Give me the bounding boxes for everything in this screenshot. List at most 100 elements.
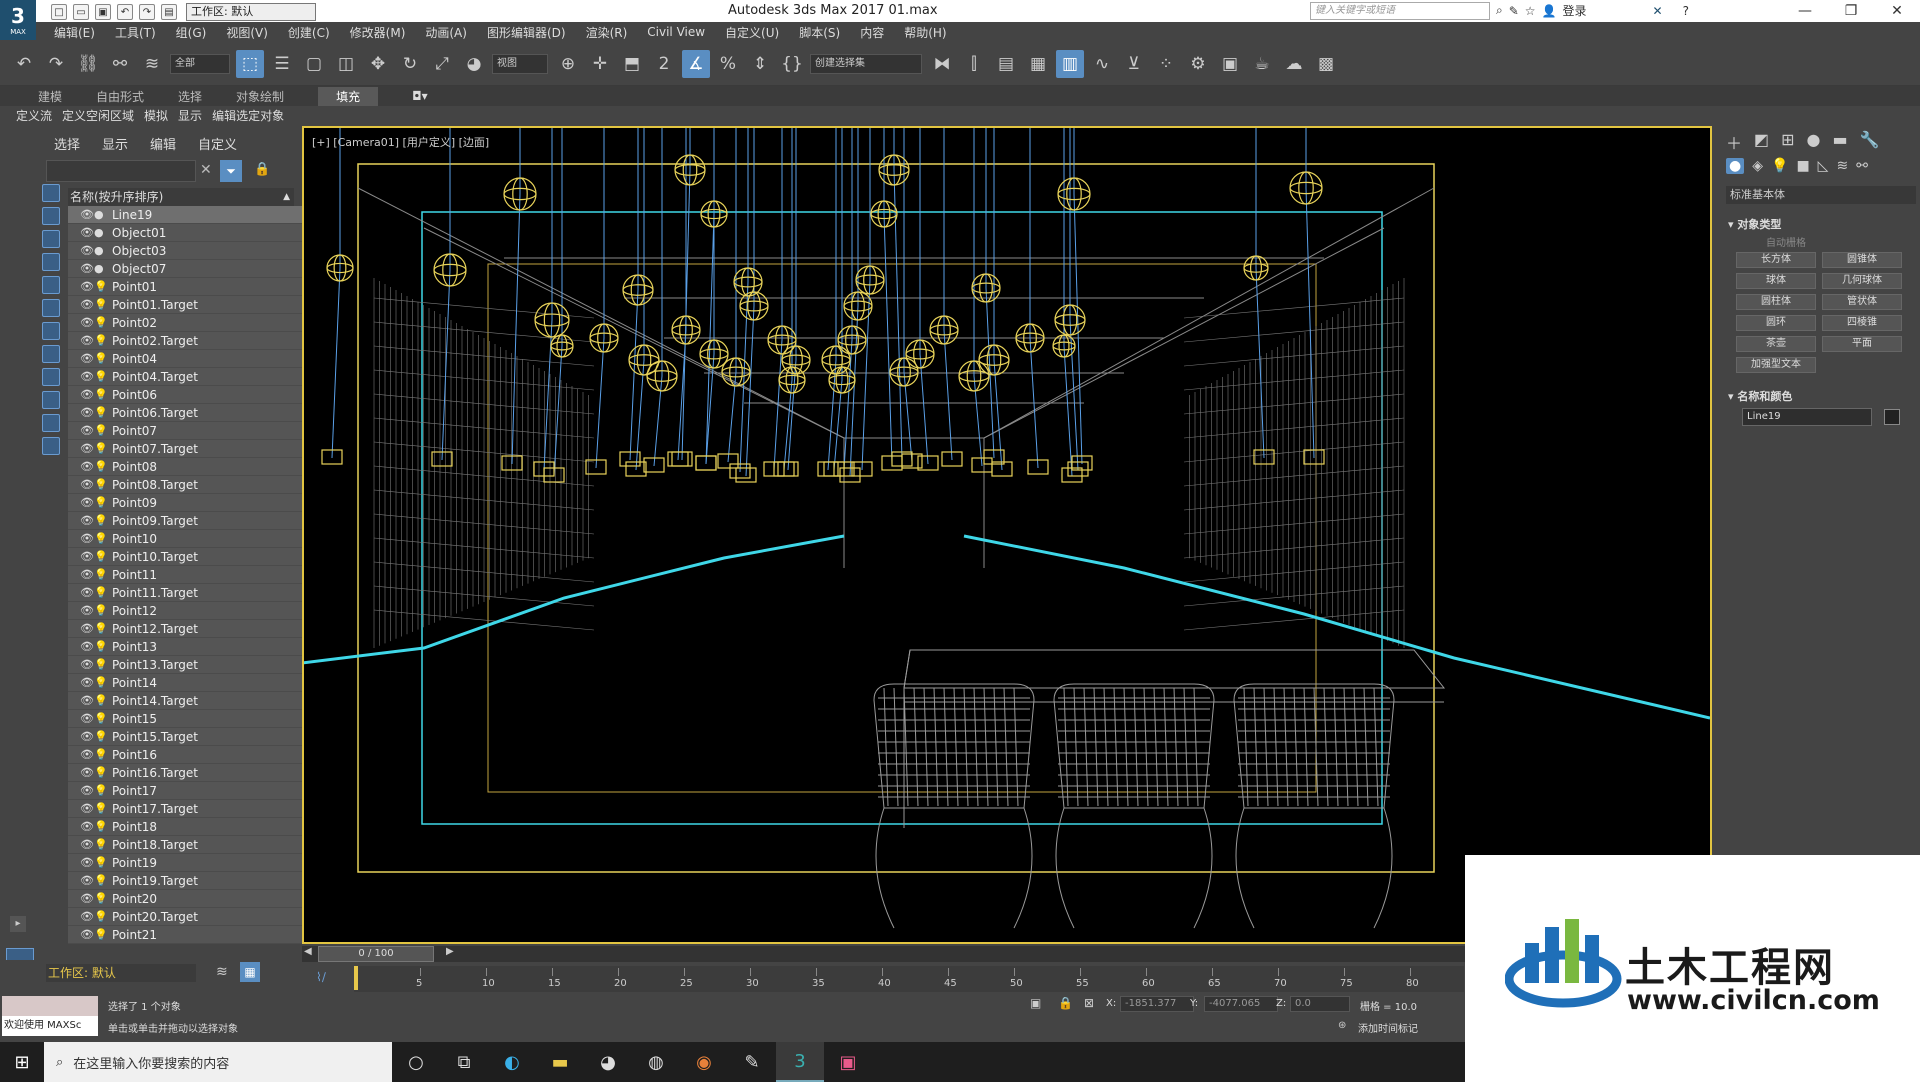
explorer-tab-display[interactable]: 显示 xyxy=(102,134,128,153)
visibility-eye-icon[interactable]: 👁 xyxy=(80,244,94,257)
display-helpers-icon[interactable] xyxy=(42,276,60,294)
tab-modeling[interactable]: 建模 xyxy=(38,88,62,105)
ribbon-define-idle-areas[interactable]: 定义空闲区域 xyxy=(62,107,134,124)
list-item[interactable]: 👁 💡 Point19 xyxy=(68,854,320,872)
angle-snap-icon[interactable]: ∡ xyxy=(682,49,710,78)
list-item[interactable]: 👁 💡 Point10.Target xyxy=(68,548,320,566)
maxscript-mini-listener[interactable]: 欢迎使用 MAXSc xyxy=(2,1016,98,1036)
list-item[interactable]: 👁 💡 Point11.Target xyxy=(68,584,320,602)
visibility-eye-icon[interactable]: 👁 xyxy=(80,316,94,329)
list-item[interactable]: 👁 💡 Point13 xyxy=(68,638,320,656)
time-slider-thumb[interactable]: 0 / 100 xyxy=(318,946,434,962)
list-item[interactable]: 👁 💡 Point08 xyxy=(68,458,320,476)
list-item[interactable]: 👁 💡 Point01 xyxy=(68,278,320,296)
sketch-app-icon[interactable]: ✎ xyxy=(728,1042,776,1082)
align-icon[interactable]: ⫿ xyxy=(960,50,988,78)
systems-icon[interactable]: ⚯ xyxy=(1856,158,1868,174)
next-frame-icon[interactable]: ▶ xyxy=(446,946,454,957)
help-icon[interactable]: ? xyxy=(1683,4,1689,18)
visibility-eye-icon[interactable]: 👁 xyxy=(80,820,94,833)
list-item[interactable]: 👁 💡 Point15.Target xyxy=(68,728,320,746)
list-item[interactable]: 👁 💡 Point01.Target xyxy=(68,296,320,314)
placement-icon[interactable]: ◕ xyxy=(460,50,488,78)
list-item[interactable]: 👁 💡 Point15 xyxy=(68,710,320,728)
list-item[interactable]: 👁 ● Line19 xyxy=(68,206,320,224)
menu-tools[interactable]: 工具(T) xyxy=(115,24,156,41)
visibility-eye-icon[interactable]: 👁 xyxy=(80,226,94,239)
firefox-icon[interactable]: ◉ xyxy=(680,1042,728,1082)
sphere-button[interactable]: 球体 xyxy=(1736,273,1816,289)
display-cameras-icon[interactable] xyxy=(42,253,60,271)
undo-icon[interactable]: ↶ xyxy=(117,4,133,20)
display-geometry-icon[interactable] xyxy=(42,184,60,202)
list-item[interactable]: 👁 💡 Point17 xyxy=(68,782,320,800)
list-item[interactable]: 👁 💡 Point12 xyxy=(68,602,320,620)
list-item[interactable]: 👁 💡 Point21 xyxy=(68,926,320,944)
object-type-rollout[interactable]: ▾ 对象类型 xyxy=(1728,216,1781,232)
close-button[interactable]: ✕ xyxy=(1874,0,1920,22)
menu-modifiers[interactable]: 修改器(M) xyxy=(350,24,406,41)
visibility-eye-icon[interactable]: 👁 xyxy=(80,478,94,491)
search-input[interactable]: 键入关键字或短语 xyxy=(1310,2,1490,20)
visibility-eye-icon[interactable]: 👁 xyxy=(80,622,94,635)
app-logo[interactable]: 3 MAX xyxy=(0,0,36,40)
list-item[interactable]: 👁 ● Object07 xyxy=(68,260,320,278)
exchange-icon[interactable]: ✕ xyxy=(1653,4,1663,18)
mirror-icon[interactable]: ⧓ xyxy=(928,50,956,78)
redo-icon[interactable]: ↷ xyxy=(139,4,155,20)
teapot-button[interactable]: 茶壶 xyxy=(1736,336,1816,352)
explorer-search-input[interactable] xyxy=(46,160,196,182)
new-file-icon[interactable]: □ xyxy=(51,4,67,20)
spinner-snap-icon[interactable]: ⇕ xyxy=(746,50,774,78)
autogrid-checkbox[interactable]: 自动栅格 xyxy=(1766,234,1806,249)
display-shapes-icon[interactable] xyxy=(42,207,60,225)
curve-editor-mini-icon[interactable]: ⌇∕ xyxy=(316,970,326,984)
y-coordinate[interactable]: -4077.065 xyxy=(1204,996,1278,1012)
menu-customize[interactable]: 自定义(U) xyxy=(725,24,779,41)
workspace-dropdown[interactable]: 工作区: 默认 xyxy=(186,3,316,21)
menu-content[interactable]: 内容 xyxy=(860,24,884,41)
3dsmax-taskbar-icon[interactable]: 3 xyxy=(776,1042,824,1082)
menu-views[interactable]: 视图(V) xyxy=(226,24,268,41)
viewport-label[interactable]: [+] [Camera01] [用户定义] [边面] xyxy=(312,134,489,150)
select-object-icon[interactable]: ⬚ xyxy=(236,49,264,78)
user-icon[interactable]: 👤 xyxy=(1542,4,1557,18)
bind-spacewarp-icon[interactable]: ≋ xyxy=(138,50,166,78)
ribbon-options-icon[interactable]: ◘▾ xyxy=(412,89,428,103)
visibility-eye-icon[interactable]: 👁 xyxy=(80,586,94,599)
list-item[interactable]: 👁 💡 Point09.Target xyxy=(68,512,320,530)
display-spacewarps-icon[interactable] xyxy=(42,299,60,317)
visibility-eye-icon[interactable]: 👁 xyxy=(80,514,94,527)
visibility-eye-icon[interactable]: 👁 xyxy=(80,838,94,851)
undo-icon[interactable]: ↶ xyxy=(10,50,38,78)
visibility-eye-icon[interactable]: 👁 xyxy=(80,370,94,383)
visibility-eye-icon[interactable]: 👁 xyxy=(80,496,94,509)
menu-edit[interactable]: 编辑(E) xyxy=(54,24,95,41)
menu-scripting[interactable]: 脚本(S) xyxy=(799,24,840,41)
list-item[interactable]: 👁 💡 Point18.Target xyxy=(68,836,320,854)
cameras-icon[interactable]: ■ xyxy=(1796,158,1809,174)
visibility-eye-icon[interactable]: 👁 xyxy=(80,388,94,401)
login-button[interactable]: 登录 xyxy=(1563,2,1587,19)
a360-gallery-icon[interactable]: ▩ xyxy=(1312,50,1340,78)
cone-button[interactable]: 圆锥体 xyxy=(1822,252,1902,268)
edit-named-sets-icon[interactable]: {} xyxy=(778,50,806,78)
pyramid-button[interactable]: 四棱锥 xyxy=(1822,315,1902,331)
scene-explorer-icon[interactable]: ▦ xyxy=(1024,50,1052,78)
visibility-eye-icon[interactable]: 👁 xyxy=(80,694,94,707)
tab-object-paint[interactable]: 对象绘制 xyxy=(236,88,284,105)
shapes-icon[interactable]: ◈ xyxy=(1752,158,1763,174)
add-time-tag[interactable]: 添加时间标记 xyxy=(1358,1020,1418,1035)
explorer-tab-customize[interactable]: 自定义 xyxy=(198,134,237,153)
list-item[interactable]: 👁 💡 Point10 xyxy=(68,530,320,548)
render-icon[interactable]: ☕ xyxy=(1248,50,1276,78)
visibility-eye-icon[interactable]: 👁 xyxy=(80,460,94,473)
material-editor-icon[interactable]: ⁘ xyxy=(1152,50,1180,78)
create-tab-icon[interactable]: ＋ xyxy=(1726,130,1742,154)
object-name-field[interactable]: Line19 xyxy=(1742,408,1872,426)
list-item[interactable]: 👁 💡 Point07 xyxy=(68,422,320,440)
time-tag-icon[interactable]: ⊛ xyxy=(1338,1020,1346,1031)
move-icon[interactable]: ✥ xyxy=(364,50,392,78)
reference-coord-dropdown[interactable]: 视图 xyxy=(492,53,548,74)
lock-icon[interactable]: 🔒 xyxy=(254,162,270,177)
